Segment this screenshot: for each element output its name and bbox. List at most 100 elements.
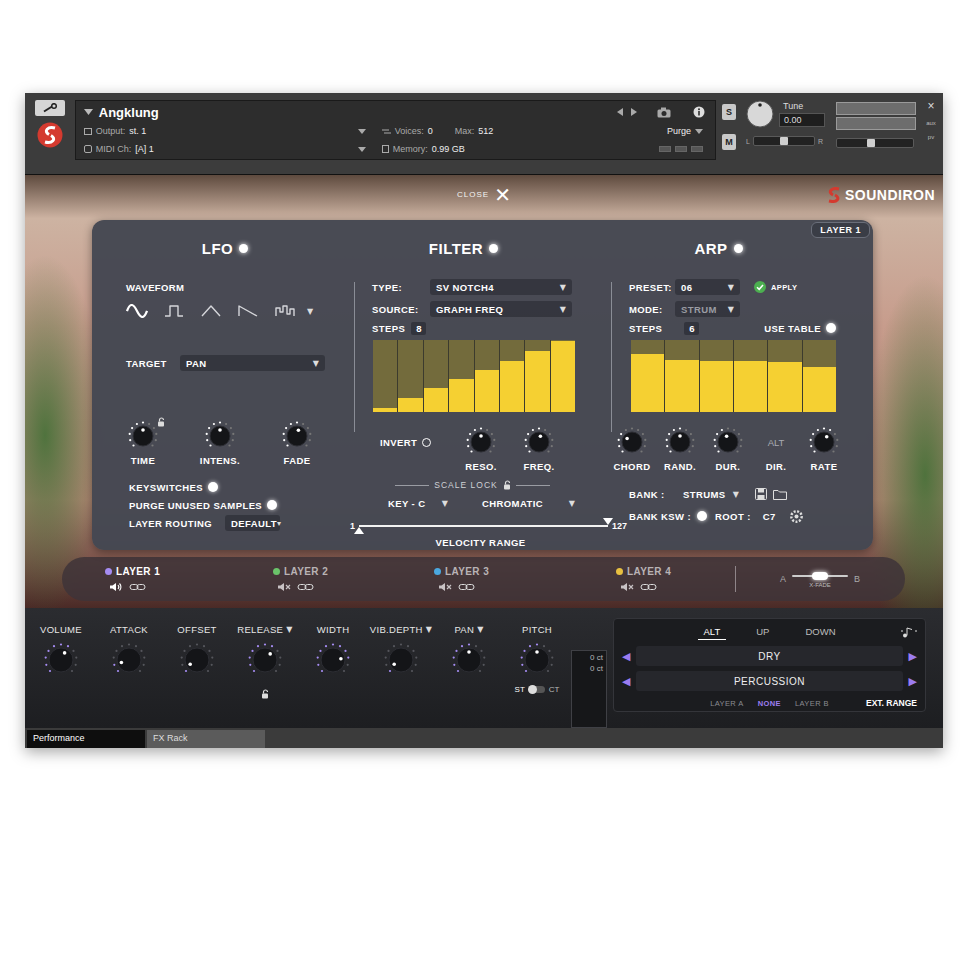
graph-step[interactable] — [475, 340, 499, 412]
next-button[interactable]: ▶ — [909, 675, 917, 688]
save-icon[interactable] — [755, 488, 767, 500]
bottom-tab[interactable]: FX Rack — [147, 730, 265, 748]
knob-label[interactable]: PAN▼ — [454, 624, 483, 635]
release-knob[interactable] — [248, 643, 282, 677]
vibdepth-knob[interactable] — [384, 643, 418, 677]
layer-item[interactable]: LAYER 4 — [616, 566, 735, 592]
root-value[interactable]: C7 — [763, 511, 776, 522]
mini-button[interactable] — [675, 146, 687, 152]
velocity-high-handle[interactable] — [603, 518, 613, 525]
sine-wave-icon[interactable] — [126, 304, 148, 318]
width-knob[interactable] — [316, 643, 350, 677]
pv-button[interactable]: pv — [928, 134, 934, 140]
intens-knob[interactable] — [205, 421, 235, 451]
layer-name[interactable]: LAYER 1 — [116, 566, 160, 577]
random-wave-icon[interactable] — [274, 304, 296, 318]
chord-knob[interactable] — [617, 427, 647, 457]
time-knob[interactable] — [128, 421, 158, 451]
velocity-slider[interactable] — [359, 516, 608, 536]
steps-value[interactable]: 8 — [411, 322, 426, 335]
graph-step[interactable] — [373, 340, 397, 412]
solo-button[interactable]: S — [722, 104, 736, 120]
rate-knob[interactable] — [809, 427, 839, 457]
pan-slider-handle[interactable] — [780, 137, 788, 145]
output-field[interactable]: Output:st. 1 — [84, 126, 366, 136]
steps-value[interactable]: 6 — [684, 322, 699, 335]
volume-slider-handle[interactable] — [867, 139, 875, 147]
previous-button[interactable]: ◀ — [622, 675, 630, 688]
fade-knob[interactable] — [282, 421, 312, 451]
type-dropdown[interactable]: SV NOTCH4▼ — [430, 279, 572, 295]
gear-icon[interactable] — [790, 510, 803, 523]
target-option[interactable]: NONE — [758, 699, 781, 708]
direction-selector[interactable]: ALT — [768, 427, 785, 457]
bank-ksw-toggle[interactable] — [697, 511, 707, 521]
arp-title-toggle[interactable] — [734, 244, 743, 253]
toggle-switch[interactable] — [208, 482, 218, 492]
graph-step[interactable] — [734, 340, 767, 412]
link-icon[interactable] — [458, 583, 475, 591]
mute-button[interactable]: M — [722, 134, 736, 150]
knob-label[interactable]: VIB.DEPTH▼ — [370, 624, 432, 635]
invert-toggle[interactable] — [422, 438, 431, 447]
pitch-knob[interactable] — [520, 643, 554, 677]
graph-step[interactable] — [449, 340, 473, 412]
scale-dropdown[interactable]: CHROMATIC▼ — [480, 495, 577, 511]
camera-icon[interactable] — [657, 107, 671, 118]
next-button[interactable]: ▶ — [909, 650, 917, 663]
aux-button[interactable]: aux — [926, 120, 936, 126]
muted-speaker-icon[interactable] — [438, 582, 452, 592]
unit-option[interactable]: CT — [549, 685, 560, 694]
folder-icon[interactable] — [773, 489, 787, 500]
volume-knob[interactable] — [44, 643, 78, 677]
articulation-tab[interactable]: ALT — [698, 624, 727, 640]
articulation-name[interactable]: PERCUSSION — [636, 671, 902, 691]
knob-label[interactable]: RELEASE▼ — [237, 624, 292, 635]
link-icon[interactable] — [297, 583, 314, 591]
resonance-knob[interactable] — [466, 427, 496, 457]
square-wave-icon[interactable] — [163, 304, 185, 318]
frequency-knob[interactable] — [524, 427, 554, 457]
crossfade-handle[interactable] — [812, 572, 828, 580]
graph-step[interactable] — [500, 340, 524, 412]
crossfade-slider[interactable] — [792, 571, 848, 581]
triangle-wave-icon[interactable] — [200, 304, 222, 318]
toggle-switch[interactable] — [267, 500, 277, 510]
mini-button[interactable] — [659, 146, 671, 152]
unit-option[interactable]: ST — [515, 685, 525, 694]
graph-step[interactable] — [700, 340, 733, 412]
bank-dropdown[interactable]: STRUMS▼ — [681, 486, 741, 502]
pan-knob[interactable] — [452, 643, 486, 677]
velocity-low-handle[interactable] — [354, 527, 364, 534]
waveform-more[interactable]: ▼ — [307, 307, 313, 316]
layer-item[interactable]: LAYER 3 — [434, 566, 616, 592]
graph-step[interactable] — [525, 340, 549, 412]
mini-button[interactable] — [691, 146, 703, 152]
graph-step[interactable] — [768, 340, 801, 412]
target-option[interactable]: LAYER A — [710, 699, 744, 708]
close-button[interactable]: × — [927, 100, 934, 112]
bottom-tab[interactable]: Performance — [27, 730, 145, 748]
preset-dropdown[interactable]: 06▼ — [675, 279, 740, 295]
previous-button[interactable]: ◀ — [622, 650, 630, 663]
articulation-name[interactable]: DRY — [636, 646, 902, 666]
graph-step[interactable] — [398, 340, 422, 412]
layer-name[interactable]: LAYER 4 — [627, 566, 671, 577]
tune-knob[interactable] — [746, 100, 774, 128]
notes-icon[interactable] — [901, 627, 917, 638]
rand-knob[interactable] — [665, 427, 695, 457]
articulation-tab[interactable]: DOWN — [799, 624, 841, 640]
info-icon[interactable] — [693, 106, 705, 118]
layer-name[interactable]: LAYER 2 — [284, 566, 328, 577]
dur-knob[interactable] — [713, 427, 743, 457]
midi-channel-field[interactable]: MIDI Ch:[A] 1 — [84, 144, 366, 154]
offset-knob[interactable] — [180, 643, 214, 677]
purge-menu[interactable]: Purge — [667, 126, 709, 136]
menu-arrow[interactable]: ▼ — [426, 625, 432, 634]
menu-arrow[interactable]: ▼ — [286, 625, 292, 634]
muted-speaker-icon[interactable] — [277, 582, 291, 592]
graph-step[interactable] — [551, 340, 575, 412]
graph-step[interactable] — [424, 340, 448, 412]
link-icon[interactable] — [129, 583, 146, 591]
mode-dropdown[interactable]: STRUM▼ — [675, 301, 740, 317]
